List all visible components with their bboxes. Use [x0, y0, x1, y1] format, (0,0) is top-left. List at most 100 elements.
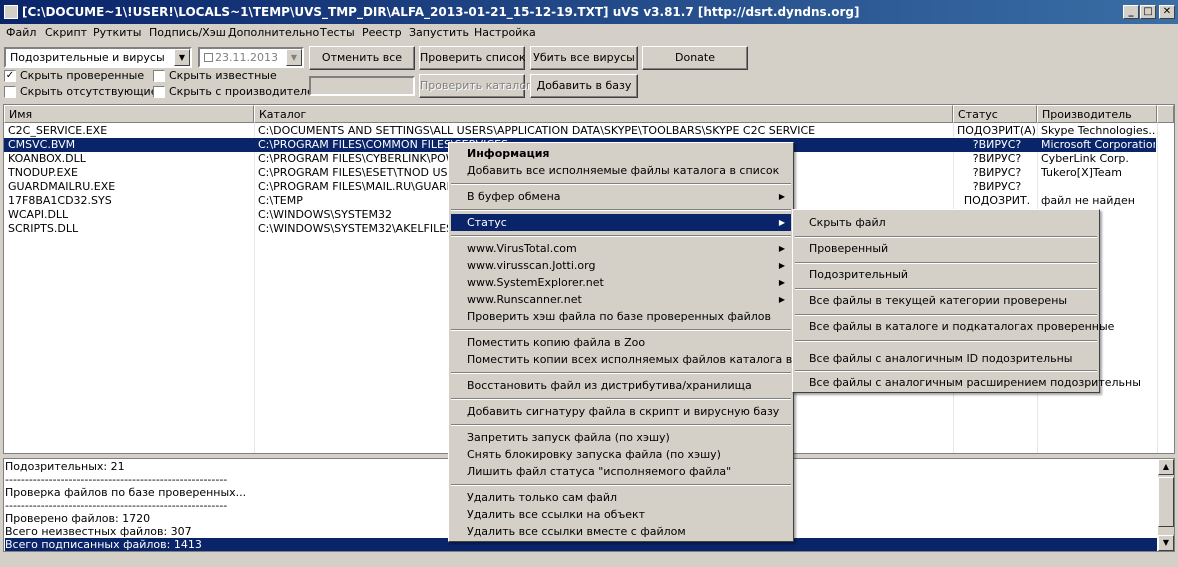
menu-script[interactable]: Скрипт	[45, 26, 87, 39]
menu-item-block-run[interactable]: Запретить запуск файла (по хэшу)	[451, 429, 791, 446]
menu-additional[interactable]: Дополнительно	[228, 26, 319, 39]
donate-button[interactable]: Donate	[642, 46, 748, 70]
menu-settings[interactable]: Настройка	[474, 26, 536, 39]
cell-status: ?ВИРУС?	[972, 152, 1022, 165]
menu-item-check-hash[interactable]: Проверить хэш файла по базе проверенных …	[451, 308, 791, 325]
menu-separator	[451, 329, 791, 331]
submenu-item-all-folder-checked[interactable]: Все файлы в каталоге и подкаталогах пров…	[795, 315, 1114, 339]
menu-separator	[795, 340, 1097, 342]
cell-status: ?ВИРУС?	[972, 138, 1022, 151]
menu-item-virustotal[interactable]: www.VirusTotal.com ▶	[451, 240, 791, 257]
menu-file[interactable]: Файл	[6, 26, 36, 39]
hide-known-checkbox[interactable]: Скрыть известные	[153, 68, 303, 84]
add-to-db-button[interactable]: Добавить в базу	[530, 74, 638, 98]
menu-item-status-label: Статус	[467, 216, 507, 229]
checkbox-box[interactable]	[4, 86, 16, 98]
submenu-item-same-id-suspicious[interactable]: Все файлы с аналогичным ID подозрительны	[795, 347, 1097, 371]
hide-known-label: Скрыть известные	[169, 69, 277, 82]
submenu-item-suspicious[interactable]: Подозрительный	[795, 263, 1097, 287]
vendor-filter-field[interactable]	[309, 76, 415, 96]
menu-item-restore[interactable]: Восстановить файл из дистрибутива/хранил…	[451, 377, 791, 394]
cell-status: ?ВИРУС?	[972, 166, 1022, 179]
menu-item-systemexplorer[interactable]: www.SystemExplorer.net ▶	[451, 274, 791, 291]
submenu-arrow-icon: ▶	[778, 192, 785, 201]
date-checkbox[interactable]	[204, 53, 213, 62]
menu-separator	[451, 235, 791, 237]
log-scrollbar[interactable]: ▲ ▼	[1158, 459, 1174, 551]
submenu-item-checked[interactable]: Проверенный	[795, 237, 1097, 261]
menu-item-unblock-run[interactable]: Снять блокировку запуска файла (по хэшу)	[451, 446, 791, 463]
menu-item-delete-refs[interactable]: Удалить все ссылки на объект	[451, 506, 791, 523]
cell-vendor: CyberLink Corp.	[1041, 152, 1129, 165]
menu-item-delete-refs-file[interactable]: Удалить все ссылки вместе с файлом	[451, 523, 791, 540]
status-submenu: Скрыть файл Проверенный Подозрительный В…	[792, 209, 1141, 395]
column-vendor[interactable]: Производитель	[1037, 105, 1157, 123]
hide-checked-checkbox[interactable]: ✓ Скрыть проверенные	[4, 68, 154, 84]
checkbox-box[interactable]	[153, 86, 165, 98]
menu-rootkits[interactable]: Руткиты	[93, 26, 141, 39]
menu-item-status[interactable]: Статус ▶	[451, 214, 791, 231]
menu-tests[interactable]: Тесты	[320, 26, 355, 39]
menu-item-copy-all-zoo[interactable]: Поместить копии всех исполняемых файлов …	[451, 351, 817, 368]
checkmark-icon[interactable]: ✓	[4, 70, 16, 82]
hide-missing-checkbox[interactable]: Скрыть отсутствующие	[4, 84, 158, 100]
submenu-item-all-category-checked[interactable]: Все файлы в текущей категории проверены	[795, 289, 1097, 313]
checkbox-box[interactable]	[153, 70, 165, 82]
cell-status: ПОДОЗРИТ(А)	[957, 124, 1036, 137]
kill-viruses-button[interactable]: Убить все вирусы	[530, 46, 638, 70]
menu-item-clipboard[interactable]: В буфер обмена ▶	[451, 188, 791, 205]
menu-item-jotti[interactable]: www.virusscan.Jotti.org ▶	[451, 257, 791, 274]
check-folder-button[interactable]: Проверить каталог	[419, 74, 532, 98]
cell-name: WCAPI.DLL	[8, 208, 69, 221]
cell-vendor: файл не найден	[1041, 194, 1135, 207]
cell-vendor: Tukero[X]Team	[1041, 166, 1122, 179]
table-row[interactable]: C2C_SERVICE.EXE C:\DOCUMENTS AND SETTING…	[4, 124, 1156, 138]
cell-name: SCRIPTS.DLL	[8, 222, 79, 235]
submenu-arrow-icon: ▶	[778, 278, 785, 287]
close-button[interactable]: ✕	[1159, 5, 1175, 19]
menu-separator	[451, 424, 791, 426]
check-list-button[interactable]: Проверить список	[419, 46, 526, 70]
context-menu: Информация Добавить все исполняемые файл…	[448, 142, 817, 542]
scroll-up-icon[interactable]: ▲	[1158, 459, 1174, 475]
minimize-button[interactable]: _	[1123, 5, 1139, 19]
menu-registry[interactable]: Реестр	[362, 26, 402, 39]
chevron-down-icon[interactable]: ▼	[174, 49, 190, 66]
filter-combo[interactable]: Подозрительные и вирусы ▼	[4, 47, 192, 68]
cell-name: KOANBOX.DLL	[8, 152, 86, 165]
menu-separator	[451, 372, 791, 374]
submenu-arrow-icon: ▶	[778, 218, 785, 227]
chevron-down-icon[interactable]: ▼	[286, 49, 302, 66]
hide-by-vendor-label: Скрыть с производителем	[169, 85, 323, 98]
menu-signature-hash[interactable]: Подпись/Хэш	[149, 26, 226, 39]
menu-item-remove-exec-status[interactable]: Лишить файл статуса "исполняемого файла"	[451, 463, 791, 480]
title-bar: [C:\DOCUME~1\!USER!\LOCALS~1\TEMP\UVS_TM…	[0, 0, 1178, 24]
column-name[interactable]: Имя	[4, 105, 254, 123]
column-divider	[1157, 123, 1158, 453]
maximize-button[interactable]: □	[1140, 5, 1156, 19]
hide-missing-label: Скрыть отсутствующие	[20, 85, 158, 98]
menu-item-info[interactable]: Информация	[451, 145, 791, 162]
menu-item-add-exec-files[interactable]: Добавить все исполняемые файлы каталога …	[451, 162, 791, 179]
scroll-down-icon[interactable]: ▼	[1158, 535, 1174, 551]
menu-item-clipboard-label: В буфер обмена	[467, 190, 561, 203]
submenu-arrow-icon: ▶	[778, 295, 785, 304]
menu-item-add-signature[interactable]: Добавить сигнатуру файла в скрипт и виру…	[451, 403, 791, 420]
date-picker[interactable]: 23.11.2013 ▼	[198, 47, 304, 68]
hide-by-vendor-checkbox[interactable]: Скрыть с производителем	[153, 84, 322, 100]
menu-item-copy-zoo[interactable]: Поместить копию файла в Zoo	[451, 334, 791, 351]
app-icon	[4, 5, 18, 19]
cell-name: TNODUP.EXE	[8, 166, 78, 179]
scroll-thumb[interactable]	[1158, 477, 1174, 527]
cell-name: C2C_SERVICE.EXE	[8, 124, 108, 137]
menu-item-delete-file[interactable]: Удалить только сам файл	[451, 489, 791, 506]
column-status[interactable]: Статус	[953, 105, 1037, 123]
menu-item-runscanner[interactable]: www.Runscanner.net ▶	[451, 291, 791, 308]
submenu-item-same-ext-suspicious[interactable]: Все файлы с аналогичным расширением подо…	[795, 371, 1141, 395]
submenu-item-hide-file[interactable]: Скрыть файл	[795, 211, 1097, 235]
column-path[interactable]: Каталог	[254, 105, 953, 123]
menu-run[interactable]: Запустить	[409, 26, 469, 39]
cancel-all-button[interactable]: Отменить все	[309, 46, 415, 70]
submenu-arrow-icon: ▶	[778, 244, 785, 253]
date-value: 23.11.2013	[215, 51, 278, 64]
